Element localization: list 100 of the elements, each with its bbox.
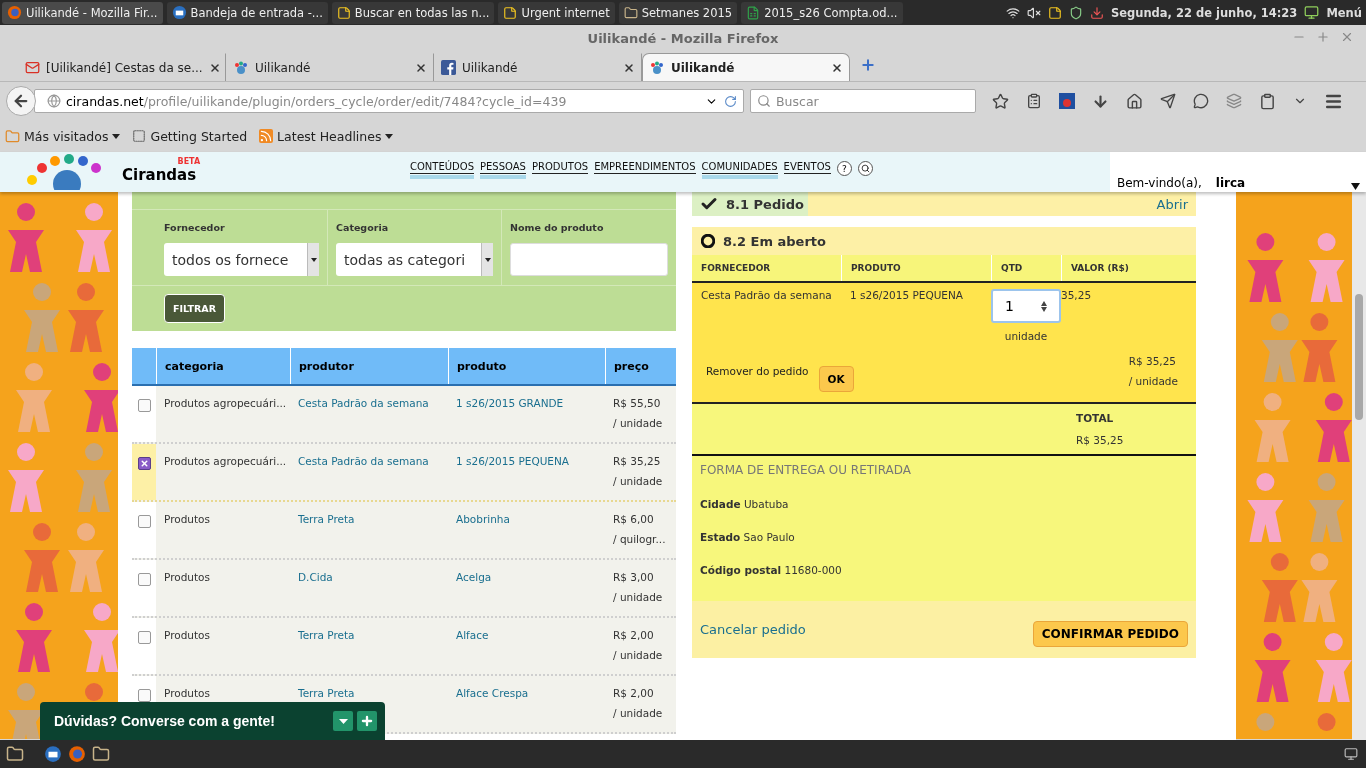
- close-icon[interactable]: [415, 61, 427, 74]
- browser-tab[interactable]: Uilikandé: [642, 53, 850, 81]
- bookmark[interactable]: Más visitados: [5, 128, 121, 144]
- input-field[interactable]: [510, 243, 668, 276]
- bookmark[interactable]: Getting Started: [132, 128, 248, 144]
- select-field[interactable]: todos os fornece: [164, 243, 319, 276]
- ok-button[interactable]: OK: [818, 366, 854, 392]
- expand-button[interactable]: [357, 711, 377, 731]
- download-icon: [1089, 5, 1104, 20]
- menu-button[interactable]: Menú: [1326, 5, 1362, 20]
- unit: / unidade: [613, 475, 663, 487]
- folder-icon: [623, 5, 638, 20]
- producer-link[interactable]: Terra Preta: [298, 687, 355, 699]
- wifi-icon: [1005, 5, 1020, 20]
- unit: / unidade: [613, 707, 663, 719]
- delivery-field: Código postal 11680-000: [700, 564, 1188, 576]
- checkbox[interactable]: [137, 689, 151, 702]
- price: R$ 3,00: [613, 571, 654, 583]
- caret-icon: [385, 133, 394, 139]
- table-cell: Produtos: [164, 629, 210, 641]
- select-field[interactable]: todas as categori: [336, 243, 493, 276]
- chat-icon[interactable]: [1193, 93, 1209, 109]
- address-field[interactable]: cirandas.net/profile/uilikande/plugin/orders_cycle/order/edit/7484?cycle_id=439: [34, 89, 744, 113]
- checkbox[interactable]: [137, 515, 151, 528]
- nav-link[interactable]: PESSOAS: [480, 161, 526, 179]
- back-button[interactable]: [6, 86, 36, 116]
- browser-tab[interactable]: Uilikandé: [434, 53, 642, 81]
- browser-tab[interactable]: [Uilikandé] Cestas da se...: [18, 53, 226, 81]
- taskbar-window-button[interactable]: Setmanes 2015: [618, 1, 738, 24]
- field-label: Nome do produto: [510, 222, 605, 233]
- price: R$ 35,25: [613, 455, 661, 467]
- search-icon: [757, 94, 771, 108]
- field-label: Categoria: [336, 222, 390, 233]
- page-icon: [132, 129, 147, 143]
- taskbar-window-button[interactable]: Uilikandé - Mozilla Fir...: [2, 1, 163, 24]
- taskbar-window-button[interactable]: Buscar en todas las n...: [331, 1, 495, 24]
- close-icon[interactable]: [831, 61, 843, 74]
- checkbox[interactable]: [137, 573, 151, 586]
- confirm-button[interactable]: CONFIRMAR PEDIDO: [1032, 620, 1188, 647]
- taskbar-window-button[interactable]: Bandeja de entrada -...: [166, 1, 328, 24]
- note-icon: [1047, 5, 1062, 20]
- product-link[interactable]: Alface: [456, 629, 489, 641]
- nav-link[interactable]: EMPREENDIMENTOS: [594, 161, 696, 179]
- home-icon[interactable]: [1126, 92, 1143, 110]
- reading-list-icon[interactable]: [1026, 93, 1042, 109]
- product-link[interactable]: Abobrinha: [456, 513, 510, 525]
- spinner-icon[interactable]: [1041, 300, 1047, 312]
- bookmark[interactable]: Latest Headlines: [259, 128, 394, 144]
- reload-icon[interactable]: [724, 94, 737, 108]
- close-icon[interactable]: [208, 61, 221, 74]
- product-link[interactable]: Alface Crespa: [456, 687, 529, 699]
- facebook-icon: [441, 60, 456, 75]
- nav-link[interactable]: EVENTOS: [783, 161, 831, 179]
- taskbar-window-button[interactable]: Urgent internet: [498, 1, 615, 24]
- user-name[interactable]: lirca: [1215, 176, 1246, 190]
- checkbox[interactable]: [137, 399, 151, 412]
- collapse-button[interactable]: [333, 711, 353, 731]
- producer-link[interactable]: Terra Preta: [298, 513, 355, 525]
- unit: / unidade: [1128, 375, 1178, 387]
- close-icon[interactable]: [623, 61, 635, 74]
- taskbar-window-button[interactable]: 2015_s26 Compta.od...: [741, 1, 903, 24]
- checkbox[interactable]: [137, 457, 151, 470]
- download-icon[interactable]: [1092, 92, 1109, 110]
- clock: Segunda, 22 de junho, 14:23: [1110, 5, 1298, 20]
- filter-button[interactable]: FILTRAR: [164, 294, 225, 323]
- product-link[interactable]: Acelga: [456, 571, 492, 583]
- open-link[interactable]: Abrir: [1156, 196, 1188, 212]
- field-label: Fornecedor: [164, 222, 226, 233]
- star-icon[interactable]: [992, 92, 1009, 110]
- scrollbar[interactable]: [1352, 192, 1366, 740]
- search-field[interactable]: Buscar: [750, 89, 976, 113]
- spreadsheet-icon: [746, 5, 761, 20]
- mute-icon: [1026, 5, 1041, 20]
- quantity-field[interactable]: 1: [991, 289, 1061, 323]
- send-icon[interactable]: [1160, 93, 1176, 109]
- producer-link[interactable]: D.Cida: [298, 571, 333, 583]
- clipboard-icon[interactable]: [1259, 92, 1276, 110]
- cancel-link[interactable]: Cancelar pedido: [700, 622, 806, 637]
- producer-link[interactable]: Terra Preta: [298, 629, 355, 641]
- producer-link[interactable]: Cesta Padrão da semana: [298, 397, 429, 409]
- producer-link[interactable]: Cesta Padrão da semana: [298, 455, 429, 467]
- people-circle-icon: [649, 60, 665, 75]
- total-label: TOTAL: [1076, 412, 1115, 424]
- help-button[interactable]: ?: [836, 161, 852, 176]
- search-button[interactable]: [857, 161, 873, 176]
- folder-icon: [5, 128, 20, 144]
- column-header: produtor: [290, 348, 448, 384]
- product-link[interactable]: 1 s26/2015 GRANDE: [456, 397, 564, 409]
- nav-link[interactable]: PRODUTOS: [531, 161, 589, 179]
- nav-link[interactable]: CONTEÚDOS: [410, 161, 474, 179]
- new-tab-icon[interactable]: [860, 56, 876, 73]
- folder-icon[interactable]: [92, 745, 110, 763]
- chat-dialog[interactable]: Dúvidas? Converse com a gente!: [40, 702, 385, 740]
- unit: / unidade: [613, 417, 663, 429]
- product-link[interactable]: 1 s26/2015 PEQUENA: [456, 455, 570, 467]
- site-logo[interactable]: Cirandas: [122, 166, 197, 184]
- checkbox[interactable]: [137, 631, 151, 644]
- browser-tab[interactable]: Uilikandé: [226, 53, 434, 81]
- nav-link[interactable]: COMUNIDADES: [701, 161, 778, 179]
- caret-icon: [1351, 183, 1360, 190]
